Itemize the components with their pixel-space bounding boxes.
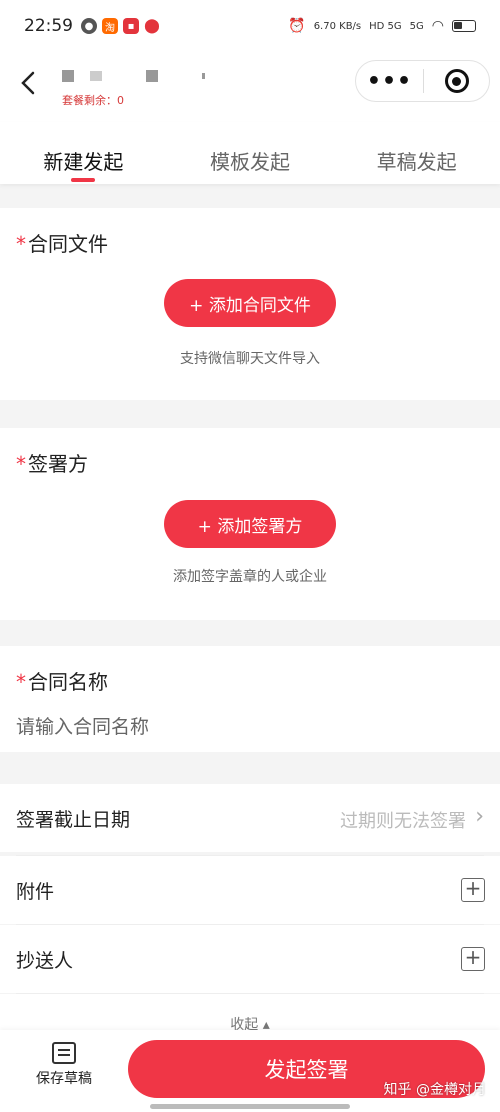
battery-icon [452,20,476,32]
signatory-hint: 添加签字盖章的人或企业 [173,569,327,585]
status-indicators: ⏰ 6.70 KB/s HD 5G 5G ◠ [288,18,476,34]
location-icon: ⬤ [144,18,160,34]
alarm-icon: ⏰ [288,18,306,34]
more-button[interactable]: ••• [356,69,423,94]
redacted-title [62,70,205,82]
save-draft-button[interactable]: 保存草稿 [28,1042,100,1088]
save-draft-label: 保存草稿 [36,1071,92,1087]
contract-name-input[interactable]: 请输入合同名称 [16,712,149,739]
status-time: 22:59 [24,16,73,36]
tab-draft[interactable]: 草稿发起 [333,122,500,184]
signal-5g-icon: 5G [409,20,424,32]
attachment-row[interactable]: 附件 + [0,856,500,924]
deadline-label: 签署截止日期 [16,809,131,831]
home-indicator[interactable] [150,1104,350,1109]
status-bar: 22:59 ● 淘 ▪ ⬤ ⏰ 6.70 KB/s HD 5G 5G ◠ [0,0,500,52]
taobao-icon: 淘 [102,18,118,34]
add-attachment-icon[interactable]: + [461,878,485,902]
required-mark: * [16,452,26,476]
signatory-section: * 签署方 + 添加签署方 添加签字盖章的人或企业 [0,428,500,620]
deadline-row[interactable]: 签署截止日期 过期则无法签署 › [0,784,500,852]
miniprogram-capsule: ••• [355,60,490,102]
status-app-icons: ● 淘 ▪ ⬤ [81,18,160,34]
attachment-label: 附件 [16,881,55,903]
contract-name-section: * 合同名称 请输入合同名称 [0,646,500,752]
app-icon: ▪ [123,18,139,34]
deadline-value: 过期则无法签署 [340,811,466,832]
required-mark: * [16,670,26,694]
watermark: 知乎 @金樽对月 [383,1082,486,1098]
inbox-icon [52,1042,76,1064]
add-cc-icon[interactable]: + [461,947,485,971]
cc-label: 抄送人 [16,950,74,972]
target-icon [444,69,469,93]
back-button[interactable] [14,68,44,98]
message-icon: ● [81,18,97,34]
add-signatory-button[interactable]: + 添加签署方 [164,500,336,548]
nav-bar: 套餐剩余：0 ••• [0,52,500,122]
signal-hd-icon: HD 5G [369,20,402,32]
chevron-right-icon: › [475,804,484,829]
contract-file-title: * 合同文件 [16,232,108,256]
network-speed: 6.70 KB/s [313,20,362,32]
contract-file-section: * 合同文件 + 添加合同文件 支持微信聊天文件导入 [0,208,500,400]
contract-file-hint: 支持微信聊天文件导入 [180,351,320,367]
contract-name-title: * 合同名称 [16,670,108,694]
required-mark: * [16,232,26,256]
cc-row[interactable]: 抄送人 + [0,925,500,993]
tab-new[interactable]: 新建发起 [0,122,167,184]
tab-template[interactable]: 模板发起 [167,122,334,184]
close-miniprogram-button[interactable] [424,69,489,93]
bottom-action-bar: 保存草稿 发起签署 知乎 @金樽对月 [0,1030,500,1112]
signatory-title: * 签署方 [16,452,88,476]
add-contract-file-button[interactable]: + 添加合同文件 [164,279,336,327]
wifi-icon: ◠ [431,18,444,34]
plan-remaining-text: 套餐剩余：0 [62,94,124,107]
chevron-left-icon [21,71,35,95]
tab-bar: 新建发起 模板发起 草稿发起 [0,122,500,184]
